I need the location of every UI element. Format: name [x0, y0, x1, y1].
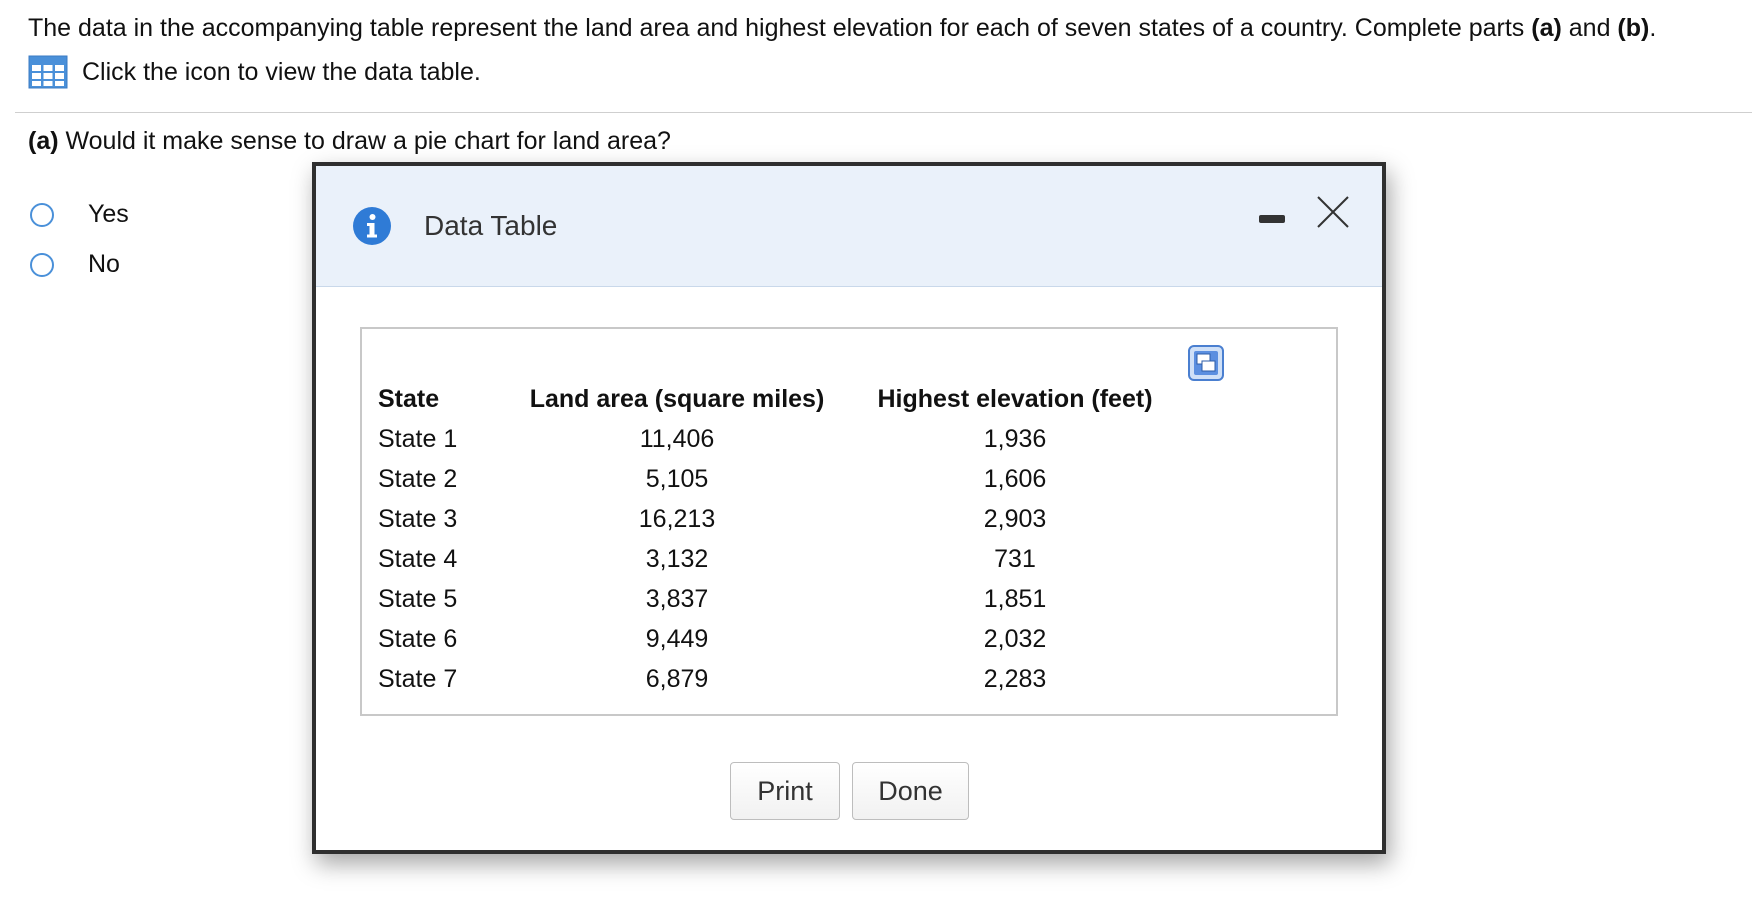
data-table-panel: State Land area (square miles) Highest e…	[360, 327, 1338, 716]
table-header-row: State Land area (square miles) Highest e…	[378, 379, 1196, 419]
intro-text: The data in the accompanying table repre…	[28, 14, 1532, 42]
cell-elevation: 2,283	[983, 664, 1047, 693]
and-text: and	[1561, 14, 1618, 42]
table-row: State 2 5,105 1,606	[378, 459, 1196, 499]
radio-no[interactable]	[30, 252, 54, 277]
view-table-text: Click the icon to view the data table.	[82, 57, 481, 86]
cell-elevation: 1,851	[983, 584, 1047, 613]
cell-land-area: 6,879	[645, 664, 709, 693]
header-land-area: Land area (square miles)	[529, 384, 825, 413]
copy-to-spreadsheet-icon[interactable]	[1188, 345, 1224, 381]
cell-state: State 1	[378, 424, 458, 453]
cell-elevation: 1,606	[983, 464, 1047, 493]
cell-state: State 5	[378, 584, 458, 613]
cell-state: State 6	[378, 624, 458, 653]
data-table: State Land area (square miles) Highest e…	[378, 379, 1196, 699]
cell-state: State 3	[378, 504, 458, 533]
cell-land-area: 5,105	[645, 464, 709, 493]
header-state: State	[378, 384, 440, 413]
cell-state: State 4	[378, 544, 458, 573]
done-button[interactable]: Done	[852, 762, 969, 820]
cell-land-area: 11,406	[639, 424, 715, 453]
cell-land-area: 3,132	[645, 544, 709, 573]
close-icon[interactable]	[1315, 194, 1351, 230]
cell-elevation: 2,032	[983, 624, 1047, 653]
data-table-modal: Data Table State Land area (square miles…	[312, 162, 1386, 854]
table-row: State 3 16,213 2,903	[378, 499, 1196, 539]
option-no[interactable]: No	[30, 250, 120, 279]
option-yes-label: Yes	[88, 200, 129, 228]
part-a-text: Would it make sense to draw a pie chart …	[58, 127, 671, 155]
cell-state: State 7	[378, 664, 458, 693]
cell-land-area: 16,213	[638, 504, 716, 533]
part-a-label: (a)	[28, 127, 59, 155]
header-elevation: Highest elevation (feet)	[877, 384, 1153, 413]
cell-elevation: 2,903	[983, 504, 1047, 533]
divider	[15, 112, 1752, 113]
table-grid-icon[interactable]	[28, 55, 68, 89]
table-row: State 5 3,837 1,851	[378, 579, 1196, 619]
part-a-question: (a) Would it make sense to draw a pie ch…	[28, 127, 671, 156]
cell-land-area: 3,837	[645, 584, 709, 613]
part-a-ref: (a)	[1531, 14, 1562, 42]
question-intro: The data in the accompanying table repre…	[28, 12, 1656, 44]
table-row: State 4 3,132 731	[378, 539, 1196, 579]
view-table-row: Click the icon to view the data table.	[28, 55, 481, 89]
modal-header: Data Table	[316, 166, 1382, 287]
cell-land-area: 9,449	[645, 624, 709, 653]
part-b-ref: (b)	[1617, 14, 1650, 42]
cell-state: State 2	[378, 464, 458, 493]
option-yes[interactable]: Yes	[30, 200, 129, 229]
info-icon	[353, 207, 391, 245]
cell-elevation: 1,936	[983, 424, 1047, 453]
print-button[interactable]: Print	[730, 762, 840, 820]
table-row: State 7 6,879 2,283	[378, 659, 1196, 699]
minimize-icon[interactable]	[1259, 215, 1285, 223]
option-no-label: No	[88, 250, 120, 278]
table-row: State 1 11,406 1,936	[378, 419, 1196, 459]
radio-yes[interactable]	[30, 202, 54, 227]
cell-elevation: 731	[994, 544, 1036, 573]
table-row: State 6 9,449 2,032	[378, 619, 1196, 659]
modal-title: Data Table	[424, 210, 558, 241]
period: .	[1649, 14, 1657, 42]
